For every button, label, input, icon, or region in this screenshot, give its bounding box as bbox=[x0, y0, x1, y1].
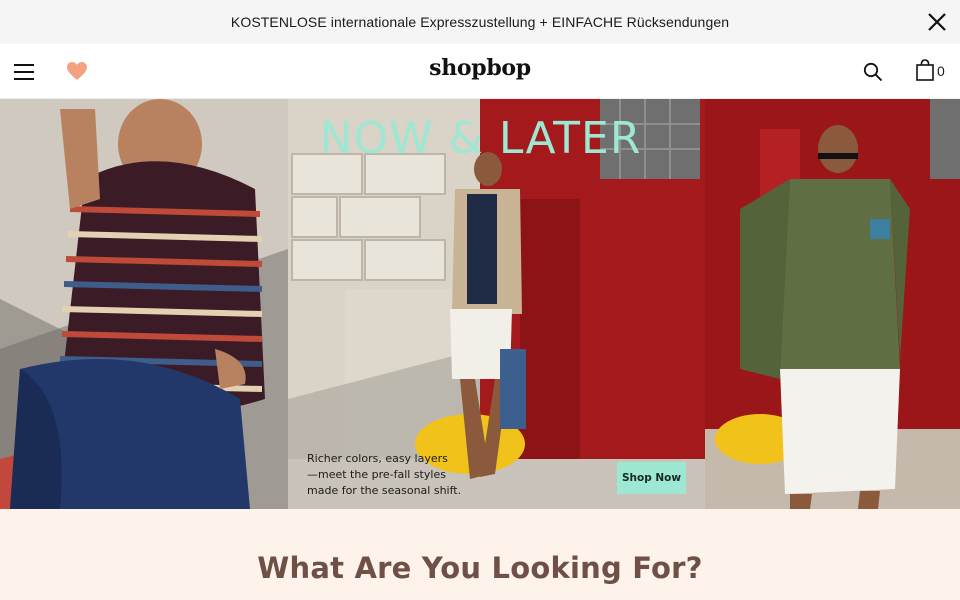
hero-title: NOW & LATER bbox=[319, 113, 642, 164]
bag-count[interactable]: 0 bbox=[937, 63, 945, 79]
promo-text: KOSTENLOSE internationale Expresszustell… bbox=[230, 14, 730, 30]
promo-banner: KOSTENLOSE internationale Expresszustell… bbox=[0, 0, 960, 44]
hero-copy: Richer colors, easy layers —meet the pre… bbox=[307, 451, 477, 499]
hero-copy-line: Richer colors, easy layers bbox=[307, 452, 448, 465]
search-icon[interactable] bbox=[863, 62, 883, 82]
hero-copy-line: made for the seasonal shift. bbox=[307, 484, 462, 497]
close-icon[interactable] bbox=[926, 11, 948, 33]
hero-banner[interactable]: NOW & LATER Richer colors, easy layers —… bbox=[0, 99, 960, 509]
hero-copy-line: —meet the pre-fall styles bbox=[307, 468, 446, 481]
shopping-bag-icon[interactable] bbox=[915, 59, 935, 81]
logo[interactable]: shopbop bbox=[429, 55, 531, 81]
looking-for-section: What Are You Looking For? bbox=[0, 509, 960, 600]
shop-now-button[interactable]: Shop Now bbox=[617, 462, 686, 494]
site-header: shopbop 0 bbox=[0, 44, 960, 99]
section-title: What Are You Looking For? bbox=[257, 551, 703, 585]
logo-wrapper: shopbop bbox=[0, 55, 960, 81]
